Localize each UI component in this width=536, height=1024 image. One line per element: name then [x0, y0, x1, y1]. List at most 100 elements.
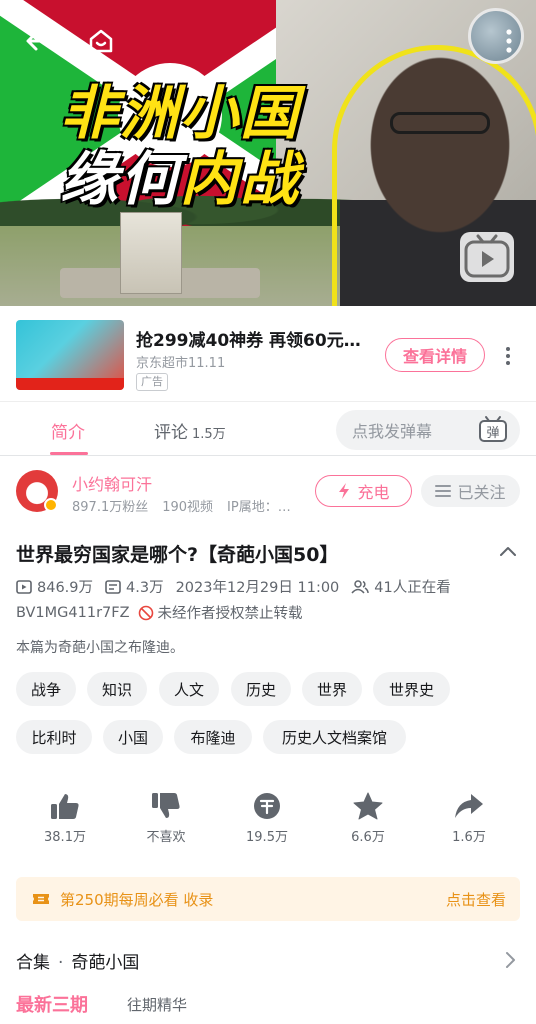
video-title: 世界最穷国家是哪个?【奇葩小国50】	[16, 544, 339, 566]
collection-name: 奇葩小国	[71, 953, 140, 973]
cover-title: 非洲小国 缘何内战	[60, 80, 300, 212]
danmaku-count-icon	[105, 579, 121, 594]
separator-dot: ·	[58, 953, 64, 973]
copyright-notice: 未经作者授权禁止转载	[157, 606, 303, 622]
thumbs-down-icon	[152, 793, 180, 818]
collection-tab-past[interactable]: 往期精华	[127, 994, 187, 1015]
weekly-text: 第250期每周必看 收录	[60, 890, 214, 909]
weekly-banner[interactable]: 第250期每周必看 收录 点击查看	[16, 877, 520, 921]
uploader-ip: IP属地：…	[227, 500, 291, 515]
danmu-icon-text: 弹	[486, 426, 499, 441]
ad-image	[16, 320, 124, 390]
back-button[interactable]	[20, 24, 54, 58]
like-count: 38.1万	[44, 830, 86, 845]
tab-indicator	[50, 452, 88, 455]
collection-label: 合集	[16, 953, 50, 973]
tag-item[interactable]: 战争	[16, 672, 76, 706]
tag-item[interactable]: 历史	[231, 672, 291, 706]
coin-button[interactable]: 19.5万	[232, 792, 302, 845]
ad-banner[interactable]: 抢299减40神券 再领60元… 京东超市11.11 广告 查看详情	[0, 306, 536, 402]
tab-comments-count: 1.5万	[192, 427, 226, 442]
share-count: 1.6万	[452, 830, 486, 845]
ad-label: 广告	[136, 373, 168, 391]
star-icon	[353, 792, 383, 820]
tag-item[interactable]: 世界史	[373, 672, 450, 706]
bilibili-tv-icon	[464, 234, 510, 278]
action-bar: 38.1万 不喜欢 19.5万 6.6万 1.6万	[0, 792, 536, 862]
uploader-meta: 897.1万粉丝 190视频 IP属地：…	[72, 496, 305, 515]
weekly-link[interactable]: 点击查看	[446, 889, 506, 910]
detail-tabs: 简介 评论 1.5万 点我发弹幕 弹	[0, 402, 536, 456]
video-stats: 846.9万 4.3万 2023年12月29日 11:00 41人正在看	[16, 576, 463, 597]
coin-icon	[254, 793, 280, 819]
like-button[interactable]: 38.1万	[30, 792, 100, 845]
people-icon	[351, 579, 370, 594]
verified-badge-icon	[44, 498, 58, 512]
uploader-name[interactable]: 小约翰可汗	[72, 471, 152, 495]
tag-item[interactable]: 人文	[159, 672, 219, 706]
collection-tab-latest[interactable]: 最新三期	[16, 991, 88, 1017]
video-detail-page: 非洲小国 缘何内战 抢299减40神券 再领60元… 京东超市11.11 广告 …	[0, 0, 536, 1024]
more-vertical-icon	[506, 29, 512, 53]
watching-count-value: 41人正在看	[374, 580, 451, 596]
tag-item[interactable]: 历史人文档案馆	[263, 720, 406, 754]
danmu-toggle-button[interactable]: 弹	[466, 410, 520, 450]
lightning-icon	[339, 483, 350, 499]
video-player[interactable]: 非洲小国 缘何内战	[0, 0, 536, 306]
cover-title-line2-b: 内战	[180, 145, 301, 213]
follow-label: 已关注	[457, 483, 506, 502]
menu-icon	[435, 485, 452, 497]
tag-item[interactable]: 比利时	[16, 720, 92, 754]
danmaku-count-value: 4.3万	[126, 580, 164, 596]
play-count: 846.9万	[16, 576, 93, 597]
ad-details-button[interactable]: 查看详情	[385, 338, 485, 372]
tab-intro[interactable]: 简介	[51, 418, 85, 443]
favorite-button[interactable]: 6.6万	[333, 792, 403, 845]
play-count-icon	[16, 579, 32, 594]
tag-item[interactable]: 知识	[87, 672, 147, 706]
uploader-videos: 190视频	[162, 500, 214, 515]
dislike-label: 不喜欢	[146, 830, 186, 845]
chevron-up-icon[interactable]	[498, 541, 518, 561]
share-button[interactable]: 1.6万	[434, 792, 504, 845]
danmu-input[interactable]: 点我发弹幕	[336, 410, 466, 450]
video-description: 本篇为奇葩小国之布隆迪。	[16, 640, 184, 656]
bilibili-tv-badge[interactable]	[460, 232, 514, 282]
monument	[120, 212, 182, 294]
ad-advertiser: 京东超市11.11	[136, 356, 226, 371]
danmaku-count: 4.3万	[105, 576, 164, 597]
coin-count: 19.5万	[246, 830, 288, 845]
watching-count: 41人正在看	[351, 576, 451, 597]
forbidden-icon	[138, 605, 153, 620]
tag-item[interactable]: 世界	[302, 672, 362, 706]
play-count-value: 846.9万	[37, 580, 94, 596]
favorite-count: 6.6万	[351, 830, 385, 845]
follow-button[interactable]: 已关注	[421, 475, 520, 507]
share-icon	[455, 794, 483, 818]
video-bvid-row: BV1MG411r7FZ 未经作者授权禁止转载	[16, 602, 303, 623]
back-arrow-icon	[26, 31, 48, 51]
collection-header[interactable]: 合集 · 奇葩小国	[16, 948, 139, 973]
charge-label: 充电	[357, 483, 390, 502]
ad-title: 抢299减40神券 再领60元…	[136, 331, 361, 351]
ticket-icon	[33, 894, 49, 904]
dislike-button[interactable]: 不喜欢	[131, 792, 201, 845]
tag-item[interactable]: 小国	[103, 720, 163, 754]
cover-title-line1: 非洲小国	[60, 79, 301, 147]
home-button[interactable]	[84, 24, 118, 58]
chevron-right-icon[interactable]	[502, 950, 518, 970]
cover-title-line2: 缘何内战	[60, 146, 300, 212]
cover-title-line2-a: 缘何	[60, 145, 181, 213]
tv-home-icon	[89, 29, 113, 53]
thumbs-up-icon	[51, 794, 79, 819]
tab-comments[interactable]: 评论 1.5万	[154, 418, 226, 443]
uploader-fans: 897.1万粉丝	[72, 500, 149, 515]
ad-more-icon[interactable]	[500, 344, 516, 368]
tag-item[interactable]: 布隆迪	[174, 720, 252, 754]
publish-date: 2023年12月29日 11:00	[175, 580, 340, 596]
charge-button[interactable]: 充电	[315, 475, 412, 507]
danmu-icon: 弹	[479, 416, 507, 442]
bvid[interactable]: BV1MG411r7FZ	[16, 605, 130, 621]
tab-comments-label: 评论	[154, 423, 188, 443]
more-button[interactable]	[492, 24, 526, 58]
